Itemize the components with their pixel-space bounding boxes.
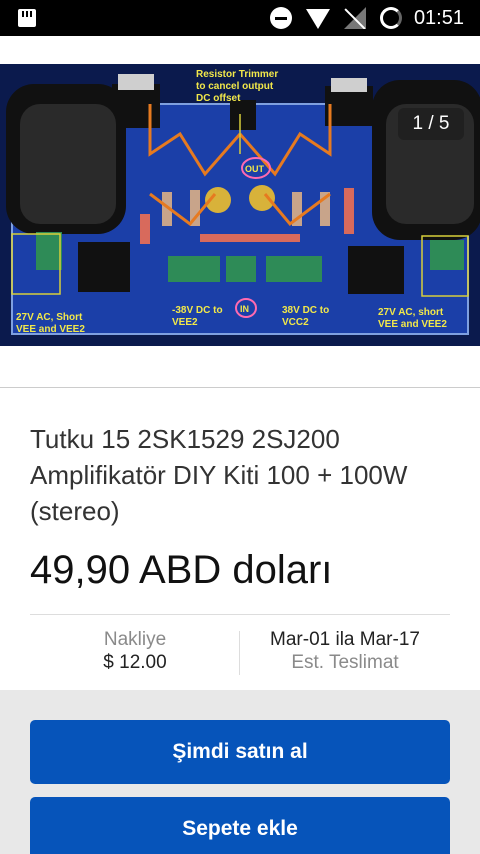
in-label: IN [240, 304, 249, 314]
product-title: Tutku 15 2SK1529 2SJ200 Amplifikatör DIY… [30, 424, 408, 526]
image-counter: 1 / 5 [398, 108, 464, 140]
plus38-label-2: VCC2 [282, 317, 309, 328]
buy-now-button[interactable]: Şimdi satın al [30, 720, 450, 784]
add-to-cart-button[interactable]: Sepete ekle [30, 797, 450, 854]
cell-signal-icon [343, 7, 366, 29]
delivery-estimate: Mar-01 ila Mar-17 Est. Teslimat [240, 628, 450, 674]
battery-icon [379, 7, 402, 29]
right-ac-label: 27V AC, short [378, 307, 444, 318]
wifi-icon [305, 9, 330, 29]
right-ac-label-2: VEE and VEE2 [378, 319, 447, 330]
action-panel: Şimdi satın al Sepete ekle [0, 690, 480, 854]
trimmer-label-3: DC offset [196, 93, 241, 104]
product-price: 49,90 ABD doları [30, 548, 333, 592]
delivery-label: Est. Teslimat [291, 652, 399, 673]
shipping-value: $ 12.00 [103, 652, 167, 673]
status-icons: 01:51 [269, 0, 464, 36]
do-not-disturb-icon [269, 7, 292, 29]
plus38-label: 38V DC to [282, 305, 329, 316]
delivery-dates: Mar-01 ila Mar-17 [270, 629, 420, 650]
divider [0, 387, 480, 388]
minus38-label-2: VEE2 [172, 317, 198, 328]
shipping-cost: Nakliye $ 12.00 [30, 628, 240, 674]
clock: 01:51 [413, 6, 464, 29]
sd-card-icon [18, 9, 36, 27]
divider [30, 614, 450, 615]
status-bar: 01:51 [0, 0, 480, 36]
trimmer-label-2: to cancel output [196, 81, 274, 92]
out-label: OUT [245, 164, 265, 174]
minus38-label: -38V DC to [172, 305, 223, 316]
product-image[interactable]: Resistor Trimmer to cancel output DC off… [0, 64, 480, 346]
shipping-label: Nakliye [103, 629, 167, 650]
left-ac-label: 27V AC, Short [16, 312, 83, 323]
left-ac-label-2: VEE and VEE2 [16, 324, 85, 335]
pcb-photo: Resistor Trimmer to cancel output DC off… [0, 64, 480, 346]
trimmer-label: Resistor Trimmer [196, 69, 278, 80]
